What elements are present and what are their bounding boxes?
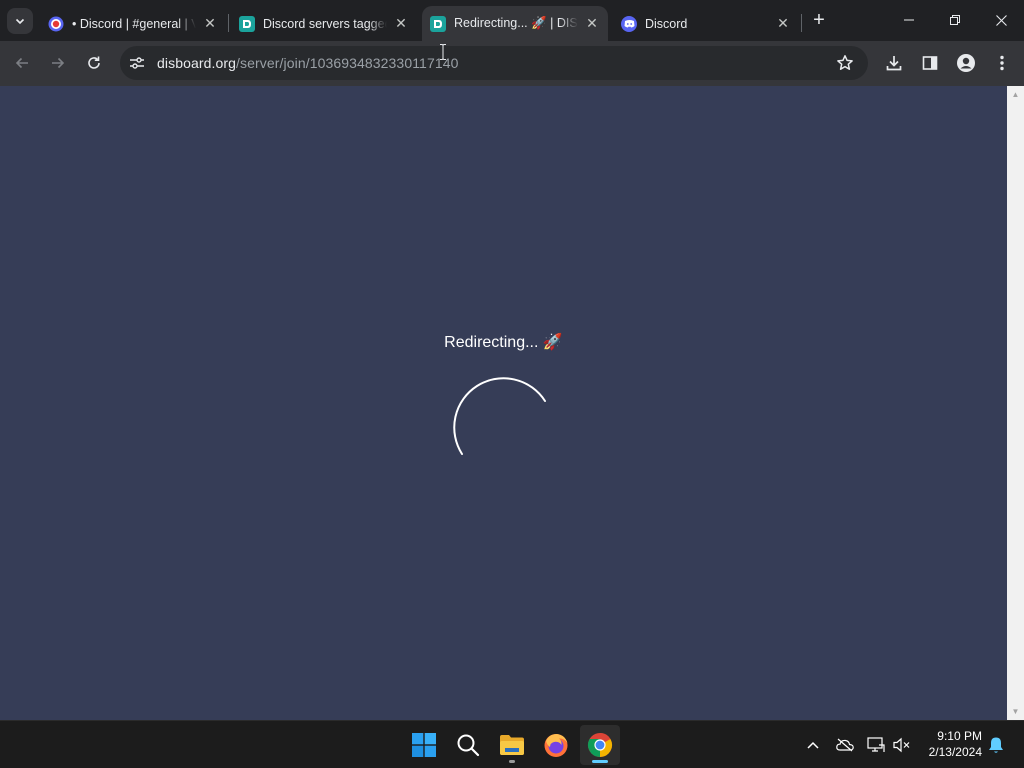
restore-icon xyxy=(950,15,960,25)
onedrive-button[interactable] xyxy=(835,735,855,755)
taskbar-search-button[interactable] xyxy=(448,725,488,765)
tab-search-button[interactable] xyxy=(7,8,33,34)
firefox-button[interactable] xyxy=(536,725,576,765)
forward-button[interactable] xyxy=(44,49,72,77)
redirecting-message: Redirecting... 🚀 xyxy=(444,334,563,351)
url-path: /server/join/1036934832330117140 xyxy=(236,55,459,71)
kebab-menu-icon xyxy=(1000,55,1004,71)
chevron-up-icon xyxy=(807,741,819,749)
chrome-icon xyxy=(587,733,613,757)
chrome-button[interactable] xyxy=(580,725,620,765)
tab-separator xyxy=(228,14,229,32)
volume-muted-icon xyxy=(893,737,910,753)
search-icon xyxy=(457,734,480,757)
discord-icon xyxy=(621,15,637,32)
disboard-icon xyxy=(430,15,446,32)
side-panel-icon xyxy=(922,56,938,70)
close-tab-icon[interactable]: ✕ xyxy=(584,15,600,32)
side-panel-button[interactable] xyxy=(920,53,940,73)
tab-title: • Discord | #general | V xyxy=(72,16,196,31)
close-tab-icon[interactable]: ✕ xyxy=(393,15,409,32)
profile-avatar-icon xyxy=(957,54,975,72)
tab-discord[interactable]: Discord ✕ xyxy=(613,6,799,41)
close-tab-icon[interactable]: ✕ xyxy=(775,15,791,32)
tab-strip: • Discord | #general | V ✕ Discord serve… xyxy=(0,0,1024,41)
browser-toolbar: disboard.org/server/join/103693483233011… xyxy=(0,41,1024,86)
tab-separator xyxy=(801,14,802,32)
app-running-indicator xyxy=(509,760,515,763)
arrow-right-icon xyxy=(52,57,65,69)
bell-icon xyxy=(989,737,1003,753)
file-explorer-icon xyxy=(500,735,524,755)
site-info-icon[interactable] xyxy=(128,54,146,72)
tab-discord-servers[interactable]: Discord servers tagged ✕ xyxy=(231,6,417,41)
downloads-button[interactable] xyxy=(884,53,904,73)
minimize-button[interactable] xyxy=(886,0,932,40)
close-window-button[interactable] xyxy=(978,0,1024,40)
file-explorer-button[interactable] xyxy=(492,725,532,765)
start-button[interactable] xyxy=(404,725,444,765)
back-button[interactable] xyxy=(8,49,36,77)
bookmark-star-icon[interactable] xyxy=(836,54,854,72)
start-icon xyxy=(412,733,436,757)
chrome-menu-button[interactable] xyxy=(992,53,1012,73)
network-icon xyxy=(867,737,885,752)
vertical-scrollbar[interactable]: ▲ ▼ xyxy=(1007,86,1024,720)
profile-button[interactable] xyxy=(956,53,976,73)
onedrive-offline-icon xyxy=(836,738,854,752)
windows-taskbar: 9:10 PM 2/13/2024 xyxy=(0,720,1024,768)
notifications-button[interactable] xyxy=(986,735,1006,755)
close-tab-icon[interactable]: ✕ xyxy=(202,15,218,32)
loading-spinner-icon xyxy=(453,377,546,455)
chevron-down-icon xyxy=(15,18,25,25)
network-button[interactable] xyxy=(866,735,886,755)
clock-date: 2/13/2024 xyxy=(928,745,982,759)
scroll-down-icon[interactable]: ▼ xyxy=(1007,703,1024,720)
clock-time: 9:10 PM xyxy=(937,729,982,743)
discord-red-icon xyxy=(48,16,64,32)
show-hidden-icons-button[interactable] xyxy=(803,735,823,755)
tab-discord-general[interactable]: • Discord | #general | V ✕ xyxy=(40,6,226,41)
url-host: disboard.org xyxy=(157,55,237,71)
address-bar[interactable]: disboard.org/server/join/103693483233011… xyxy=(120,46,868,80)
system-clock[interactable]: 9:10 PM 2/13/2024 xyxy=(929,728,982,760)
new-tab-button[interactable]: + xyxy=(808,10,830,32)
reload-icon xyxy=(88,56,100,69)
firefox-icon xyxy=(544,734,568,757)
tab-title: Discord xyxy=(645,16,688,31)
restore-button[interactable] xyxy=(932,0,978,40)
minimize-icon xyxy=(904,19,914,21)
arrow-left-icon xyxy=(15,57,28,69)
tab-title: Redirecting... 🚀 | DISBOARD xyxy=(454,16,578,30)
disboard-icon xyxy=(239,15,255,32)
page-content: Redirecting... 🚀 xyxy=(0,86,1007,720)
tab-title: Discord servers tagged xyxy=(263,16,387,31)
url-text[interactable]: disboard.org/server/join/103693483233011… xyxy=(157,55,459,71)
scroll-up-icon[interactable]: ▲ xyxy=(1007,86,1024,103)
volume-button[interactable] xyxy=(892,735,912,755)
reload-button[interactable] xyxy=(80,49,108,77)
download-icon xyxy=(886,56,902,71)
close-icon xyxy=(995,14,1007,26)
text-cursor-icon xyxy=(440,44,446,60)
app-active-indicator xyxy=(592,760,608,763)
tab-redirecting[interactable]: Redirecting... 🚀 | DISBOARD ✕ xyxy=(422,6,608,41)
